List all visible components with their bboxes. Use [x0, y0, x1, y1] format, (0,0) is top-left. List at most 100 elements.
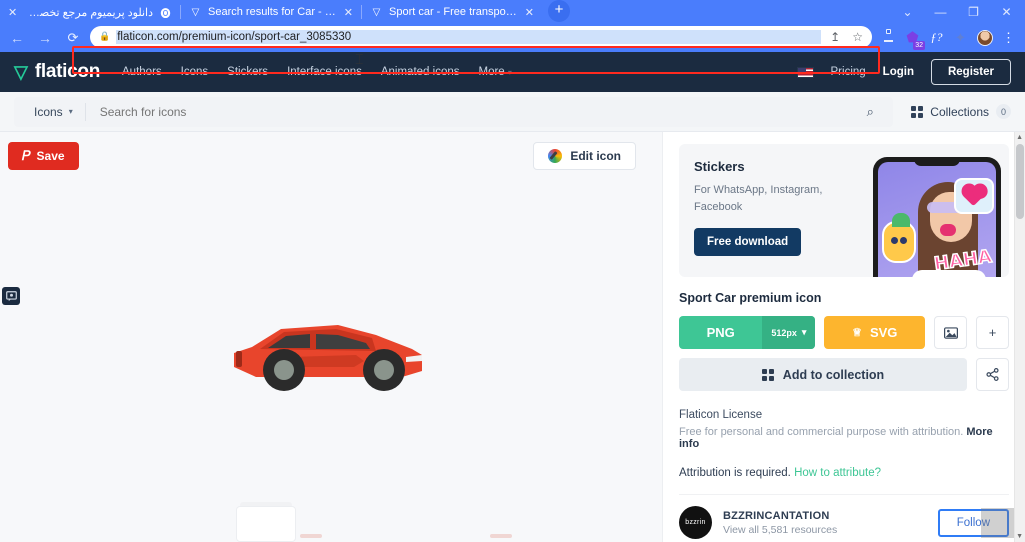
pinterest-save-button[interactable]: 𝑃 Save [8, 142, 79, 170]
how-to-attribute-link[interactable]: How to attribute? [794, 467, 881, 479]
page-scrollbar[interactable]: ▲ ▼ [1014, 132, 1025, 542]
search-icon[interactable]: ⌕ [853, 104, 887, 120]
nav-item-authors[interactable]: Authors [122, 66, 162, 78]
download-svg-button[interactable]: ♕ SVG [824, 316, 926, 349]
add-to-collection-button[interactable]: Add to collection [679, 358, 967, 391]
reload-icon[interactable]: ⟳ [60, 26, 86, 50]
author-avatar-text: bzzrin [685, 519, 706, 526]
nav-item-more[interactable]: More ▾ [478, 66, 511, 78]
main-nav: Authors Icons Stickers Interface icons A… [122, 66, 512, 78]
us-flag-icon[interactable] [796, 66, 814, 78]
tab-close-icon[interactable]: ✕ [8, 6, 17, 19]
license-text: Free for personal and commercial purpose… [679, 426, 964, 438]
pineapple-sticker-icon [882, 213, 916, 263]
tab-title: دانلود پریمیوم مرجع تخصصی دانلو [23, 6, 153, 19]
pinterest-save-label: Save [36, 149, 65, 163]
url-text[interactable]: flaticon.com/premium-icon/sport-car_3085… [116, 29, 822, 44]
author-avatar[interactable]: bzzrin [679, 506, 712, 539]
login-link[interactable]: Login [883, 66, 914, 78]
image-formats-icon[interactable] [934, 316, 968, 349]
follow-button[interactable]: Follow [937, 507, 1015, 538]
page-body: 𝑃 Save Edit icon Stickers For WhatsApp, … [0, 132, 1025, 542]
pencil-icon [548, 149, 563, 163]
add-collection-icon [761, 368, 774, 381]
heart-shape [963, 185, 985, 207]
browser-tab-3[interactable]: ▽ Sport car - Free transport icons ✕ [362, 1, 542, 23]
nav-item-animated-icons[interactable]: Animated icons [381, 66, 460, 78]
icon-details-panel: Stickers For WhatsApp, Instagram, Facebo… [662, 132, 1025, 542]
tab-close-icon[interactable]: ✕ [344, 6, 353, 19]
text-cursor-icon: ⌶ [355, 51, 364, 67]
free-download-button[interactable]: Free download [694, 228, 802, 256]
maximize-button[interactable]: ❐ [957, 0, 990, 23]
flaticon-logo[interactable]: ▽ flaticon [14, 61, 100, 83]
browser-tab-2[interactable]: ▽ Search results for Car - Flaticon ✕ [181, 1, 361, 23]
font-script-icon[interactable]: ƒ? [926, 27, 947, 48]
header-right: Pricing Login Register [796, 59, 1011, 85]
browser-tab-1[interactable]: 🅞 دانلود پریمیوم مرجع تخصصی دانلو ✕ [0, 1, 180, 23]
placeholder-pill [300, 534, 322, 538]
png-size-selector[interactable]: 512px ▾ [762, 316, 816, 349]
bookmark-star-icon[interactable]: ☆ [849, 30, 866, 44]
avatar[interactable] [974, 27, 995, 48]
tab-close-icon[interactable]: ✕ [525, 6, 534, 19]
op-icon: 🅞 [160, 8, 171, 20]
phone-mockup-image: HAHA [873, 157, 1001, 277]
pricing-link[interactable]: Pricing [831, 66, 866, 78]
nav-item-icons[interactable]: Icons [181, 66, 209, 78]
author-name[interactable]: BZZRINCANTATION [723, 510, 837, 522]
register-button[interactable]: Register [930, 59, 1011, 85]
attribution-text: Attribution is required. [679, 467, 791, 479]
address-bar[interactable]: 🔒 flaticon.com/premium-icon/sport-car_30… [90, 25, 872, 48]
chrome-menu-icon[interactable]: ⋮ [998, 27, 1019, 48]
tab-title: Sport car - Free transport icons [389, 6, 519, 18]
download-png-button[interactable]: PNG 512px ▾ [679, 316, 816, 349]
mouse-cursor-overlay [981, 507, 1015, 538]
phone-notch [914, 157, 960, 166]
lock-icon: 🔒 [99, 31, 111, 41]
license-title: Flaticon License [679, 409, 763, 421]
grid-icon [911, 105, 924, 118]
downloads-icon[interactable] [878, 27, 899, 48]
attribution-row: Attribution is required. How to attribut… [679, 467, 1009, 479]
png-size-label: 512px [771, 327, 797, 338]
license-section: Flaticon License Free for personal and c… [679, 409, 1009, 479]
edit-icon-button[interactable]: Edit icon [533, 142, 636, 170]
edit-icon-label: Edit icon [570, 149, 621, 163]
author-resources-link[interactable]: View all 5,581 resources [723, 524, 837, 536]
search-input[interactable] [85, 104, 854, 119]
minimize-button[interactable]: — [924, 0, 957, 23]
add-more-button[interactable]: + [976, 316, 1010, 349]
flaticon-logo-text: flaticon [34, 61, 101, 82]
nav-item-stickers[interactable]: Stickers [227, 66, 268, 78]
share-page-icon[interactable]: ↥ [827, 30, 843, 44]
nav-item-interface-icons[interactable]: Interface icons [287, 66, 362, 78]
scroll-down-icon[interactable]: ▼ [1016, 533, 1023, 540]
pineapple-eye [900, 237, 907, 244]
back-icon[interactable]: ← [4, 26, 30, 50]
heart-sticker-icon [954, 178, 994, 214]
chevron-down-icon: ▾ [507, 68, 512, 77]
flaticon-icon: ▽ [191, 6, 200, 18]
new-tab-button[interactable]: + [548, 0, 570, 22]
pineapple-eye [891, 237, 898, 244]
extension-purple-icon[interactable]: ⬟ 32 [902, 27, 925, 50]
share-icon[interactable] [976, 358, 1009, 391]
crown-icon: ♕ [852, 327, 862, 339]
tab-title: Search results for Car - Flaticon [208, 6, 338, 18]
scrollbar-thumb[interactable] [1016, 144, 1024, 219]
chevron-down-icon[interactable]: ⌄ [891, 0, 924, 23]
nav-item-more-label: More [478, 66, 505, 78]
stickers-promo-card[interactable]: Stickers For WhatsApp, Instagram, Facebo… [679, 144, 1009, 277]
flaticon-logo-icon: ▽ [14, 61, 28, 82]
forward-icon[interactable]: → [32, 26, 58, 50]
extensions-puzzle-icon[interactable]: ✦ [950, 27, 971, 48]
sport-car-icon [234, 325, 422, 391]
search-type-selector[interactable]: Icons ▾ [20, 105, 85, 119]
close-window-button[interactable]: ✕ [990, 0, 1023, 23]
collections-button[interactable]: Collections 0 [911, 104, 1011, 119]
icon-preview-column: 𝑃 Save Edit icon [0, 132, 662, 542]
scroll-up-icon[interactable]: ▲ [1016, 134, 1023, 141]
pinterest-icon: 𝑃 [22, 148, 31, 163]
svg-label: SVG [869, 325, 898, 340]
